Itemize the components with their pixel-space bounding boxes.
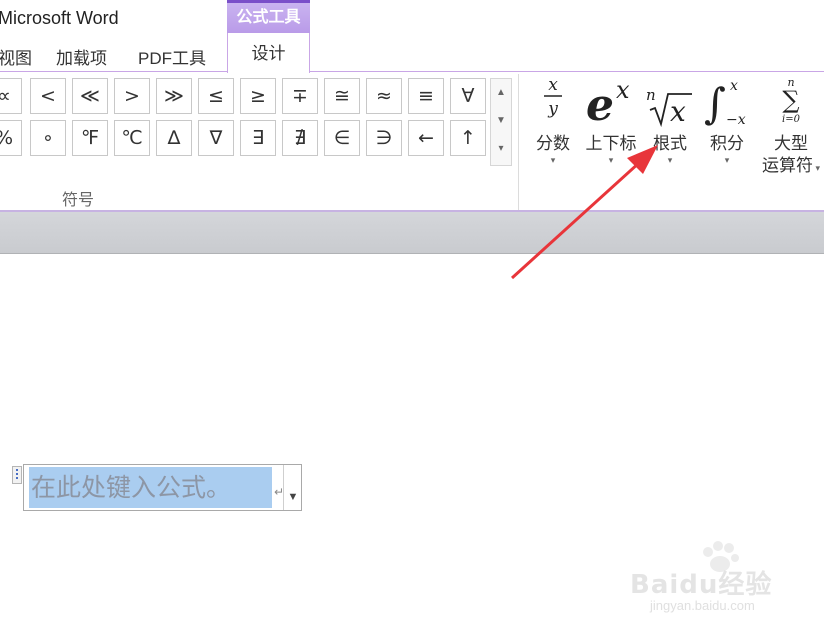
symbols-group-label: 符号: [62, 192, 95, 209]
equation-tools-context-tab[interactable]: 公式工具: [227, 0, 310, 34]
symbol-button[interactable]: ∋: [366, 120, 402, 156]
large-operator-label: 大型: [774, 134, 808, 153]
large-operator-icon: n ∑ i=0: [782, 76, 801, 125]
integral-button[interactable]: ∫ x −x 积分 ▾: [702, 72, 752, 202]
equation-box[interactable]: 在此处键入公式。 ↵ ▼: [23, 464, 302, 511]
symbol-button[interactable]: ↑: [450, 120, 486, 156]
svg-text:x: x: [548, 75, 558, 95]
radical-button[interactable]: n x 根式 ▾: [644, 72, 696, 202]
symbol-button[interactable]: ∆: [156, 120, 192, 156]
fraction-button[interactable]: x y 分数 ▾: [530, 72, 576, 202]
fraction-icon: x y: [544, 75, 562, 119]
svg-text:x: x: [730, 78, 738, 94]
watermark-text: Baidu经验: [630, 570, 773, 600]
tab-pdf-tools[interactable]: PDF工具: [138, 44, 206, 69]
fraction-label: 分数: [536, 134, 570, 153]
ribbon-tabs: 视图 加载项 PDF工具: [0, 38, 824, 72]
symbol-button[interactable]: ≪: [72, 78, 108, 114]
integral-icon: ∫ x −x: [704, 78, 746, 128]
symbol-button[interactable]: >: [114, 78, 150, 114]
large-operator-label-2-text: 运算符: [761, 156, 813, 175]
symbol-button[interactable]: ≥: [240, 78, 276, 114]
baidu-watermark: Baidu经验 jingyan.baidu.com: [620, 540, 820, 620]
svg-text:−x: −x: [726, 112, 746, 128]
scroll-down-icon[interactable]: ▼: [491, 107, 511, 135]
symbol-button[interactable]: ∇: [198, 120, 234, 156]
tab-view[interactable]: 视图: [0, 44, 32, 69]
svg-text:x: x: [670, 95, 686, 128]
word-window: Microsoft Word 公式工具 视图 加载项 PDF工具 设计 ∝ < ≪ >…: [0, 0, 824, 634]
symbol-button[interactable]: ←: [408, 120, 444, 156]
tab-addins[interactable]: 加载项: [56, 44, 107, 69]
watermark-url: jingyan.baidu.com: [650, 598, 755, 613]
app-title: Microsoft Word: [0, 8, 119, 28]
symbol-button[interactable]: <: [30, 78, 66, 114]
radical-icon: n x: [646, 86, 692, 128]
radical-dropdown-icon: ▾: [667, 155, 673, 165]
integral-label: 积分: [710, 134, 744, 153]
ruler-bar: [0, 212, 824, 254]
gallery-scrollbar[interactable]: ▲ ▼ ▾: [490, 78, 512, 166]
symbol-button[interactable]: ∝: [0, 78, 22, 114]
script-label: 上下标: [585, 134, 637, 153]
script-icon: e x: [586, 76, 630, 131]
symbol-button[interactable]: ∃: [240, 120, 276, 156]
svg-text:e: e: [586, 80, 614, 128]
large-operator-dropdown-icon: ▾: [812, 163, 821, 173]
tab-design[interactable]: 设计: [227, 33, 310, 73]
ribbon: ∝<≪>≫≤≥∓≅≈≡∀%∘℉℃∆∇∃∄∈∋←↑ ▲ ▼ ▾ 符号 x y 分数…: [0, 72, 824, 212]
radical-label: 根式: [653, 134, 687, 153]
symbol-button[interactable]: ≅: [324, 78, 360, 114]
scroll-up-icon[interactable]: ▲: [491, 79, 511, 107]
equation-handle-icon[interactable]: [12, 466, 22, 484]
integral-dropdown-icon: ▾: [724, 155, 730, 165]
large-operator-button[interactable]: n ∑ i=0 大型 运算符 ▾: [758, 72, 824, 202]
symbol-button[interactable]: ≡: [408, 78, 444, 114]
symbol-button[interactable]: ≈: [366, 78, 402, 114]
symbol-button[interactable]: ∀: [450, 78, 486, 114]
symbol-button[interactable]: ℉: [72, 120, 108, 156]
equation-options-dropdown-icon[interactable]: ▼: [283, 465, 302, 510]
symbol-button[interactable]: ≫: [156, 78, 192, 114]
svg-text:∫: ∫: [704, 79, 726, 128]
equation-placeholder[interactable]: 在此处键入公式。: [29, 467, 272, 508]
symbol-button[interactable]: %: [0, 120, 22, 156]
gallery-more-icon[interactable]: ▾: [491, 135, 511, 163]
symbol-button[interactable]: ℃: [114, 120, 150, 156]
script-dropdown-icon: ▾: [608, 155, 614, 165]
group-divider: [518, 74, 519, 210]
svg-text:y: y: [547, 99, 558, 119]
symbol-button[interactable]: ∘: [30, 120, 66, 156]
symbol-gallery: ∝<≪>≫≤≥∓≅≈≡∀%∘℉℃∆∇∃∄∈∋←↑: [0, 78, 490, 170]
title-bar: Microsoft Word 公式工具: [0, 0, 824, 38]
fraction-dropdown-icon: ▾: [550, 155, 556, 165]
svg-text:∑: ∑: [782, 86, 799, 114]
svg-text:x: x: [616, 76, 630, 104]
svg-text:i=0: i=0: [782, 114, 801, 125]
svg-text:n: n: [646, 86, 656, 104]
script-button[interactable]: e x 上下标 ▾: [580, 72, 642, 202]
large-operator-label-2: 运算符 ▾: [758, 155, 824, 179]
symbol-button[interactable]: ∓: [282, 78, 318, 114]
symbol-button[interactable]: ∈: [324, 120, 360, 156]
symbol-button[interactable]: ∄: [282, 120, 318, 156]
symbol-button[interactable]: ≤: [198, 78, 234, 114]
